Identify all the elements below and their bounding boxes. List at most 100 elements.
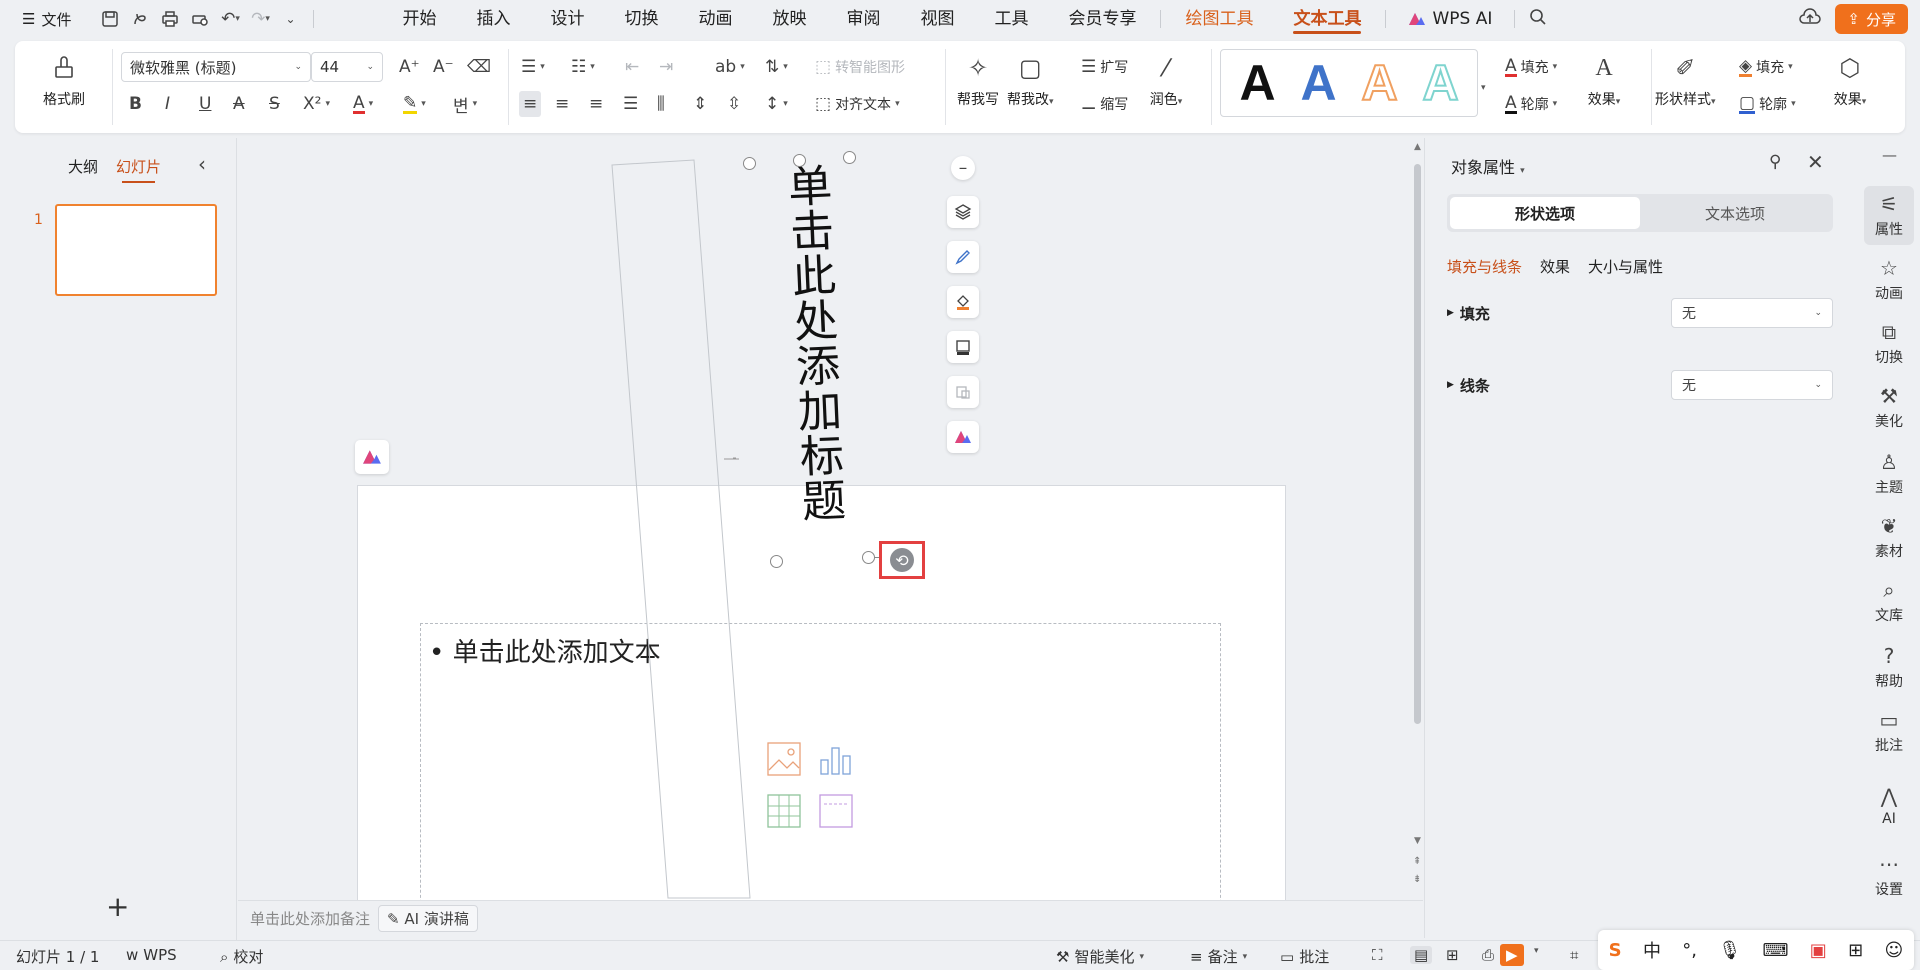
sort-icon[interactable]: ⇅ ▾ xyxy=(765,54,788,80)
undo-icon[interactable]: ↶ ▾ xyxy=(215,4,245,34)
sidebar-item-library[interactable]: ⌕ 文库 xyxy=(1864,578,1914,625)
shape-fill-button[interactable]: ◈ 填充 ▾ xyxy=(1739,54,1793,80)
tab-text-tools[interactable]: 文本工具 xyxy=(1273,0,1381,38)
tab-view[interactable]: 视图 xyxy=(900,0,974,38)
rotate-handle[interactable]: ⟲ xyxy=(879,541,925,579)
shape-effect-button[interactable]: ⬡ 效果▾ xyxy=(1833,51,1867,109)
pen-style-icon[interactable] xyxy=(947,241,979,273)
tab-animation[interactable]: 动画 xyxy=(678,0,752,38)
keyboard-icon[interactable]: ⌨ xyxy=(1762,940,1788,961)
microphone-icon[interactable]: 🎙 xyxy=(1718,940,1741,961)
fit-view-icon[interactable]: ⛶ xyxy=(1372,946,1383,964)
highlight-icon[interactable]: ✎ ▾ xyxy=(403,91,426,117)
help-edit-button[interactable]: ▢ 帮我改▾ xyxy=(1007,51,1054,109)
normal-view-icon[interactable]: ▤ xyxy=(1410,946,1433,964)
line-select[interactable]: 无 ⌄ xyxy=(1671,370,1833,400)
wps-ai-icon[interactable] xyxy=(947,421,979,453)
scroll-up-icon[interactable]: ▲ xyxy=(1414,142,1421,152)
reading-view-icon[interactable]: ⎙ xyxy=(1482,946,1494,964)
shape-outline-button[interactable]: ▢ 轮廓 ▾ xyxy=(1739,91,1796,117)
share-button[interactable]: ⇪ 分享 xyxy=(1835,4,1908,34)
skin-icon[interactable]: ▣ xyxy=(1810,940,1827,961)
notes-placeholder[interactable]: 单击此处添加备注 xyxy=(250,908,370,929)
tab-slides[interactable]: 幻灯片 xyxy=(116,156,161,183)
strikethrough-icon[interactable]: A xyxy=(233,91,245,117)
close-icon[interactable]: ✕ xyxy=(1807,150,1824,174)
sidebar-item-theme[interactable]: ♙ 主题 xyxy=(1864,450,1914,497)
tab-text-options[interactable]: 文本选项 xyxy=(1640,197,1830,229)
tab-insert[interactable]: 插入 xyxy=(456,0,530,38)
file-menu-button[interactable]: ☰ 文件 xyxy=(22,9,71,30)
slide-sorter-icon[interactable]: ⊞ xyxy=(1446,946,1459,964)
play-slideshow-button[interactable]: ▶ xyxy=(1500,944,1524,966)
bold-icon[interactable]: B xyxy=(129,91,142,117)
tab-shape-options[interactable]: 形状选项 xyxy=(1450,197,1640,229)
font-color-icon[interactable]: A ▾ xyxy=(353,91,373,117)
wordart-style-black[interactable]: A xyxy=(1239,58,1275,108)
export-pdf-icon[interactable] xyxy=(125,4,155,34)
sidebar-item-comments[interactable]: ▭ 批注 xyxy=(1864,708,1914,755)
canvas-vertical-scrollbar[interactable]: ▲ ▼ ⇞ ⇟ xyxy=(1413,138,1423,900)
align-center-icon[interactable]: ≡ xyxy=(555,91,569,117)
font-size-select[interactable]: 44 ⌄ xyxy=(311,52,383,82)
sidebar-item-materials[interactable]: ❦ 素材 xyxy=(1864,514,1914,561)
sogou-logo-icon[interactable]: S xyxy=(1609,940,1622,961)
resize-handle[interactable] xyxy=(743,157,756,170)
fill-bucket-icon[interactable] xyxy=(947,286,979,318)
sidebar-item-help[interactable]: ? 帮助 xyxy=(1864,644,1914,691)
sidebar-item-ai[interactable]: ⋀ AI xyxy=(1864,784,1914,827)
tab-outline[interactable]: 大纲 xyxy=(68,156,98,177)
resize-handle[interactable] xyxy=(843,151,856,164)
comments-toggle-button[interactable]: ▭ 批注 xyxy=(1280,946,1329,967)
polish-button[interactable]: ⁄ 润色▾ xyxy=(1149,51,1183,109)
superscript-icon[interactable]: X² ▾ xyxy=(303,91,330,117)
subtab-size-properties[interactable]: 大小与属性 xyxy=(1588,256,1663,277)
ime-punctuation-toggle[interactable]: °, xyxy=(1682,940,1697,961)
resize-handle[interactable] xyxy=(770,555,783,568)
decrease-font-icon[interactable]: A⁻ xyxy=(433,54,454,80)
subtab-fill-line[interactable]: 填充与线条 xyxy=(1447,256,1522,277)
proofread-button[interactable]: ⌕ 校对 xyxy=(220,946,263,967)
resize-handle[interactable] xyxy=(793,154,806,167)
font-name-select[interactable]: 微软雅黑 (标题) ⌄ xyxy=(121,52,311,82)
sidebar-item-transition[interactable]: ⧉ 切换 xyxy=(1864,320,1914,367)
sidebar-item-beautify[interactable]: ⚒ 美化 xyxy=(1864,384,1914,431)
clear-format-icon[interactable]: ⌫ xyxy=(467,54,491,80)
sidebar-item-settings[interactable]: ⋯ 设置 xyxy=(1864,852,1914,899)
toolbox-icon[interactable]: ⊞ xyxy=(1848,940,1863,961)
shrink-button[interactable]: ⚊ 缩写 xyxy=(1081,91,1128,117)
increase-indent-icon[interactable]: ⇥ xyxy=(659,54,673,80)
wordart-style-teal[interactable]: A xyxy=(1421,57,1459,109)
tab-review[interactable]: 审阅 xyxy=(826,0,900,38)
next-slide-icon[interactable]: ⇟ xyxy=(1413,874,1421,885)
underline-icon[interactable]: U xyxy=(199,91,211,117)
print-preview-icon[interactable] xyxy=(185,4,215,34)
line-section-toggle[interactable]: ▶ 线条 xyxy=(1447,375,1490,396)
align-text-button[interactable]: ⬚ 对齐文本 ▾ xyxy=(815,91,900,117)
text-direction-icon[interactable]: ab ▾ xyxy=(715,54,745,80)
fill-section-toggle[interactable]: ▶ 填充 xyxy=(1447,303,1490,324)
panel-title-dropdown[interactable]: 对象属性 ▾ xyxy=(1451,154,1525,178)
text-effect-button[interactable]: A 效果▾ xyxy=(1587,51,1621,109)
wordart-more-icon[interactable]: ▾ xyxy=(1481,75,1486,101)
wps-status-button[interactable]: ᴡ WPS xyxy=(126,946,177,964)
paragraph-spacing-icon[interactable]: ⇳ xyxy=(727,91,741,117)
search-icon[interactable] xyxy=(1529,8,1547,30)
slide-canvas[interactable]: • 单击此处添加文本 单击此处添加标题 ⟲ – xyxy=(238,138,1410,900)
scrollbar-thumb[interactable] xyxy=(1414,164,1421,724)
italic-icon[interactable]: I xyxy=(165,91,170,117)
collapse-panel-icon[interactable]: ‹ xyxy=(198,152,206,176)
layers-icon[interactable] xyxy=(947,196,979,228)
subtab-effect[interactable]: 效果 xyxy=(1540,256,1570,277)
spacing-options-icon[interactable]: ↕ ▾ xyxy=(765,91,788,117)
tab-transitions[interactable]: 切换 xyxy=(604,0,678,38)
smart-beautify-button[interactable]: ⚒ 智能美化 ▾ xyxy=(1056,946,1144,967)
shape-outline-icon[interactable] xyxy=(947,331,979,363)
increase-font-icon[interactable]: A⁺ xyxy=(399,54,420,80)
line-spacing-icon[interactable]: ⇕ xyxy=(693,91,707,117)
text-outline-button[interactable]: A 轮廓 ▾ xyxy=(1505,91,1557,117)
wordart-style-blue[interactable]: A xyxy=(1300,58,1336,108)
print-icon[interactable] xyxy=(155,4,185,34)
text-fill-button[interactable]: A 填充 ▾ xyxy=(1505,54,1557,80)
zoom-fit-icon[interactable]: ⌗ xyxy=(1570,946,1578,964)
